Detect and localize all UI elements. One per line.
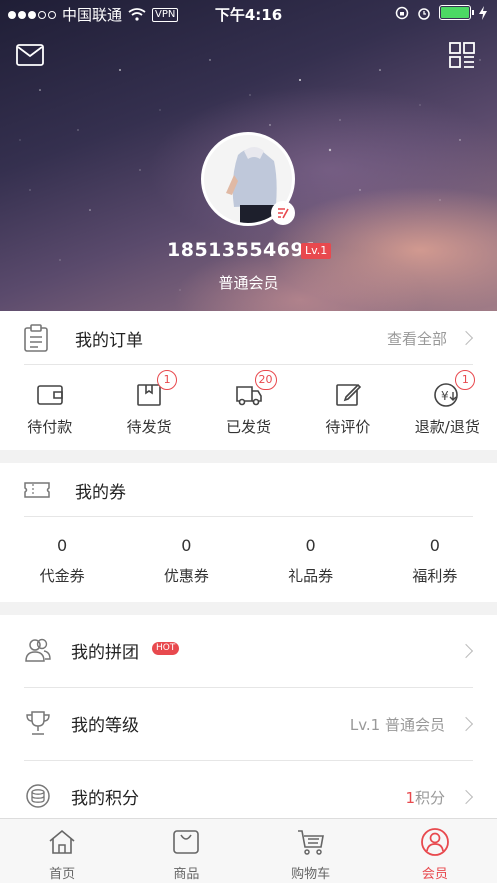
- battery-icon: [439, 5, 474, 20]
- svg-text:¥: ¥: [441, 389, 449, 403]
- menu-item-title: 我的积分: [71, 789, 139, 809]
- tab-home[interactable]: 首页: [0, 819, 124, 883]
- order-count-badge: 20: [254, 370, 277, 390]
- coupon-label: 代金券: [39, 567, 85, 585]
- chevron-right-icon: [458, 716, 474, 732]
- user-icon: [420, 828, 449, 856]
- charging-icon: [479, 5, 487, 20]
- home-icon: [49, 829, 75, 854]
- member-type: 普通会员: [218, 274, 279, 292]
- order-status-label: 待发货: [126, 418, 172, 436]
- tab-member[interactable]: 会员: [373, 819, 497, 883]
- chevron-right-icon: [458, 330, 474, 346]
- order-status-pending-review[interactable]: 待评价: [298, 370, 397, 450]
- menu-list: 我的拼团 HOT 我的等级 Lv.1 普通会员 我的积分 1积分: [0, 615, 497, 820]
- tab-bar: 首页 商品 购物车 会员: [0, 818, 497, 883]
- profile-header: 中国联通 VPN 下午4:16 18513554691 Lv.1 普通会员: [0, 0, 497, 311]
- tab-label: 会员: [421, 867, 448, 882]
- coupon-label: 优惠券: [163, 567, 209, 585]
- menu-item-title: 我的等级: [71, 716, 139, 736]
- coupon-cash[interactable]: 0 代金券: [0, 528, 124, 596]
- coupon-count: 0: [429, 536, 440, 555]
- coupons-header[interactable]: 我的券: [0, 463, 497, 517]
- group-icon: [25, 638, 51, 662]
- points-unit: 积分: [414, 789, 445, 807]
- coupon-count: 0: [181, 536, 192, 555]
- order-status-label: 退款/退货: [414, 418, 480, 436]
- coins-icon: [26, 784, 50, 808]
- status-bar: 中国联通 VPN 下午4:16: [0, 0, 497, 28]
- coupon-gift[interactable]: 0 礼品券: [249, 528, 373, 596]
- tab-label: 商品: [173, 867, 200, 882]
- coupon-label: 福利券: [412, 567, 458, 585]
- coupon-discount[interactable]: 0 优惠券: [124, 528, 248, 596]
- order-status-shipped[interactable]: 20 已发货: [199, 370, 298, 450]
- points-value: 1积分: [405, 787, 445, 808]
- menu-item-title: 我的拼团: [71, 643, 139, 663]
- chevron-right-icon: [458, 789, 474, 805]
- orders-title: 我的订单: [75, 330, 143, 351]
- coupon-welfare[interactable]: 0 福利券: [373, 528, 497, 596]
- coupon-count: 0: [57, 536, 68, 555]
- tab-label: 购物车: [291, 867, 331, 882]
- ticket-icon: [24, 482, 50, 498]
- coupons-title: 我的券: [75, 482, 126, 503]
- view-all-orders-link[interactable]: 查看全部: [387, 328, 447, 349]
- bag-icon: [173, 830, 200, 854]
- chevron-right-icon: [458, 643, 474, 659]
- menu-item-group-buy[interactable]: 我的拼团 HOT: [0, 615, 497, 687]
- alarm-icon: [418, 7, 430, 20]
- order-status-label: 待评价: [325, 418, 371, 436]
- qrcode-icon[interactable]: [449, 42, 475, 68]
- edit-icon: [336, 383, 362, 406]
- coupon-list: 0 代金券 0 优惠券 0 礼品券 0 福利券: [0, 528, 497, 596]
- orientation-lock-icon: [395, 6, 409, 19]
- order-status-label: 已发货: [226, 418, 272, 436]
- order-status-refund[interactable]: ¥ 1 退款/退货: [398, 370, 497, 450]
- tab-label: 首页: [49, 867, 76, 882]
- order-count-badge: 1: [455, 370, 476, 390]
- level-value: Lv.1 普通会员: [349, 716, 445, 734]
- tab-products[interactable]: 商品: [124, 819, 248, 883]
- order-status-label: 待付款: [27, 418, 73, 436]
- points-count: 1: [405, 789, 415, 807]
- coupon-label: 礼品券: [288, 567, 334, 585]
- level-badge: Lv.1: [301, 243, 332, 259]
- order-status-pending-shipment[interactable]: 1 待发货: [99, 370, 198, 450]
- coupon-count: 0: [305, 536, 316, 555]
- edit-profile-icon[interactable]: [271, 201, 295, 225]
- tab-cart[interactable]: 购物车: [249, 819, 373, 883]
- cart-icon: [297, 830, 324, 855]
- trophy-icon: [26, 711, 50, 735]
- menu-item-level[interactable]: 我的等级 Lv.1 普通会员: [0, 688, 497, 760]
- message-icon[interactable]: [16, 44, 44, 66]
- hot-badge: HOT: [152, 642, 180, 655]
- wallet-icon: [36, 385, 63, 405]
- order-status-pending-payment[interactable]: 待付款: [0, 370, 99, 450]
- order-count-badge: 1: [157, 370, 178, 390]
- clipboard-icon: [24, 324, 48, 352]
- user-phone: 18513554691: [167, 239, 318, 261]
- orders-header[interactable]: 我的订单 查看全部: [0, 311, 497, 365]
- order-status-list: 待付款 1 待发货 20 已发货 待评价 ¥ 1 退款/退货: [0, 370, 497, 450]
